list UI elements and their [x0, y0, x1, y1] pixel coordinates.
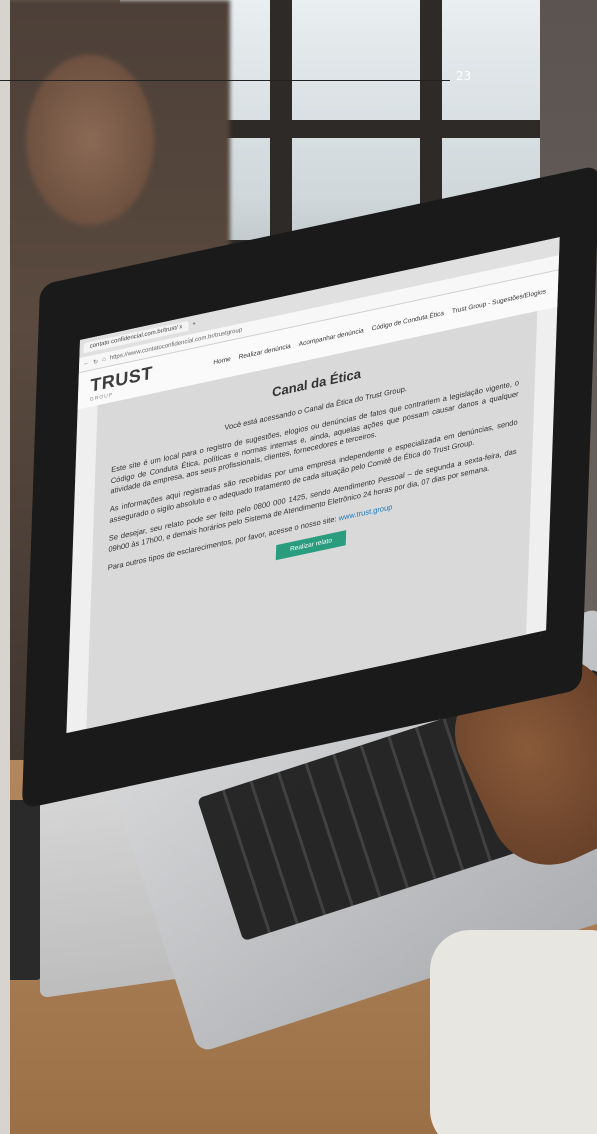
nav-realizar-denuncia[interactable]: Realizar denúncia [239, 342, 291, 360]
nav-sugestoes[interactable]: Trust Group - Sugestões/Elogios [452, 288, 546, 315]
sleeve [430, 930, 597, 1134]
refresh-icon[interactable]: ↻ [93, 358, 98, 366]
page-number: 23 [456, 69, 472, 83]
back-icon[interactable]: ← [83, 360, 89, 367]
header-rule [0, 80, 450, 81]
page-margin-strip [0, 0, 10, 1134]
nav-codigo-conduta[interactable]: Código de Conduta Ética [372, 309, 444, 332]
nav-home[interactable]: Home [213, 355, 231, 366]
nav-acompanhar-denuncia[interactable]: Acompanhar denúncia [299, 327, 364, 348]
new-tab-icon[interactable]: + [192, 321, 196, 328]
site-link[interactable]: www.trust.group [339, 502, 393, 523]
photo-scene: contato confidencial.com.br/trust/ x + ←… [0, 0, 597, 1134]
home-icon[interactable]: ⌂ [102, 356, 106, 363]
